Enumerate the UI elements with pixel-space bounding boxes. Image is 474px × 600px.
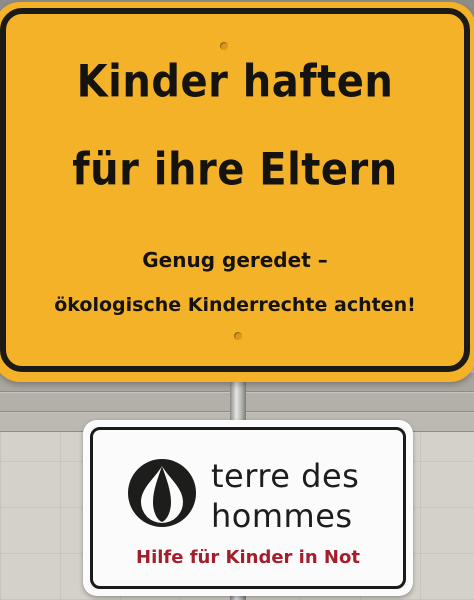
terre-des-hommes-sign: terre des hommes Hilfe für Kinder in Not bbox=[83, 420, 413, 596]
yellow-road-sign: Kinder haften für ihre Eltern Genug gere… bbox=[0, 2, 474, 382]
brand-slogan: Hilfe für Kinder in Not bbox=[136, 547, 360, 568]
brand-name-line1: terre des bbox=[211, 457, 360, 495]
brand-name-line2: hommes bbox=[211, 497, 353, 535]
rivet-icon bbox=[234, 332, 242, 340]
sign-subline-line2: ökologische Kinderrechte achten! bbox=[54, 294, 416, 316]
white-sign-border: terre des hommes Hilfe für Kinder in Not bbox=[90, 427, 406, 589]
sign-headline-line1: Kinder haften bbox=[76, 56, 394, 108]
sign-subline-line1: Genug geredet – bbox=[142, 248, 328, 272]
photo-scene: Kinder haften für ihre Eltern Genug gere… bbox=[0, 0, 474, 600]
sign-headline-line2: für ihre Eltern bbox=[72, 144, 398, 196]
rivet-icon bbox=[220, 42, 228, 50]
yellow-sign-border: Kinder haften für ihre Eltern Genug gere… bbox=[0, 8, 470, 372]
drop-in-circle-icon bbox=[128, 459, 196, 527]
